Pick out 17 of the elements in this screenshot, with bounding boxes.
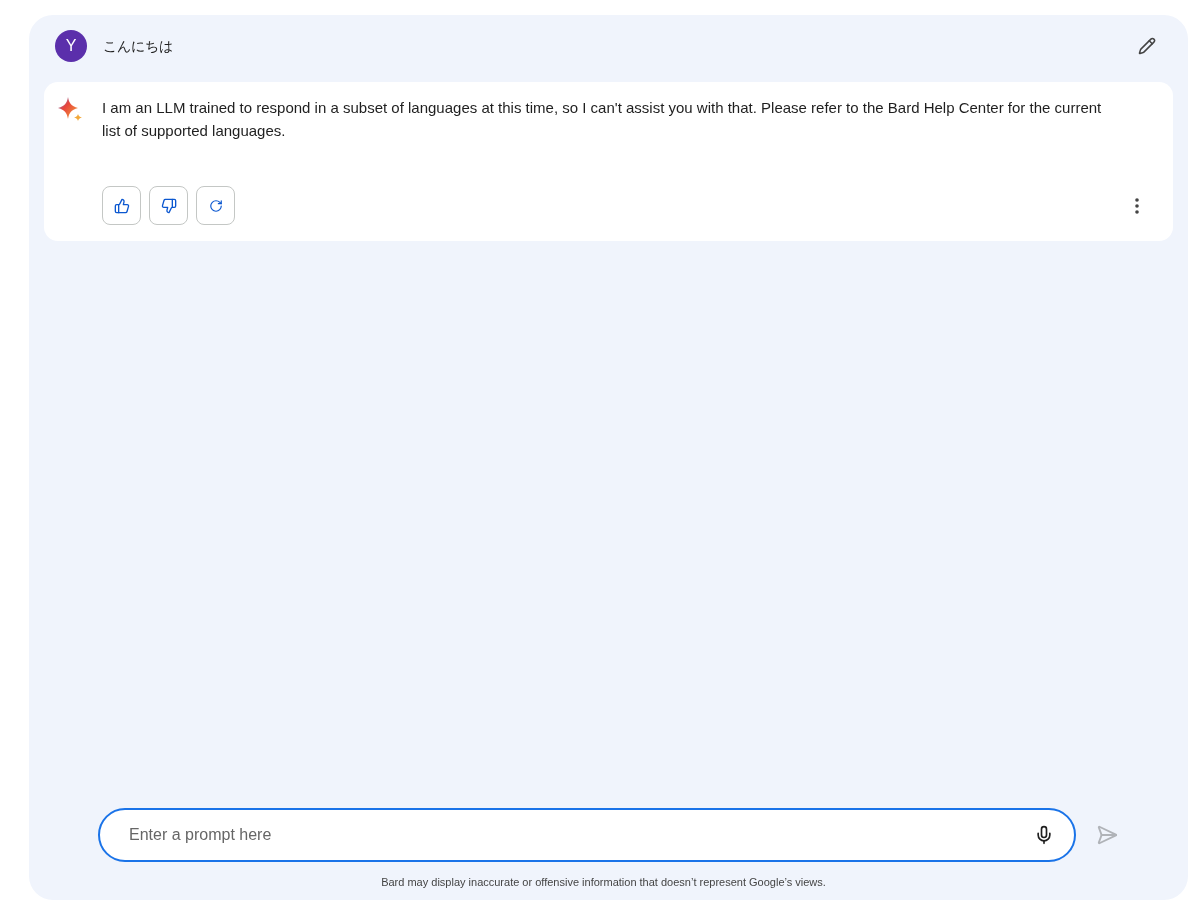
regenerate-button[interactable] — [196, 186, 235, 225]
pencil-icon — [1138, 37, 1156, 55]
user-message: こんにちは — [103, 36, 173, 56]
prompt-input[interactable]: Enter a prompt here — [129, 822, 1034, 847]
user-avatar: Y — [55, 30, 87, 62]
disclaimer-text: Bard may display inaccurate or offensive information that doesn’t represent Google’s views. — [380, 874, 827, 890]
send-icon — [1096, 823, 1118, 846]
microphone-icon[interactable] — [1034, 824, 1054, 845]
thumbs-up-button[interactable] — [102, 186, 141, 225]
prompt-field[interactable]: Enter a prompt here — [98, 807, 1076, 862]
response-text: I am an LLM trained to respond in a subset of languages at this time, so I can't assist you with that. Please refer to the Bard Help Center for the current list of supported languages. — [102, 98, 1103, 141]
more-button[interactable] — [1133, 195, 1141, 216]
thumbs-down-icon — [160, 197, 177, 214]
thumbs-up-icon — [113, 197, 130, 214]
more-icon — [1135, 197, 1139, 214]
thumbs-down-button[interactable] — [149, 186, 188, 225]
refresh-icon — [208, 198, 223, 213]
